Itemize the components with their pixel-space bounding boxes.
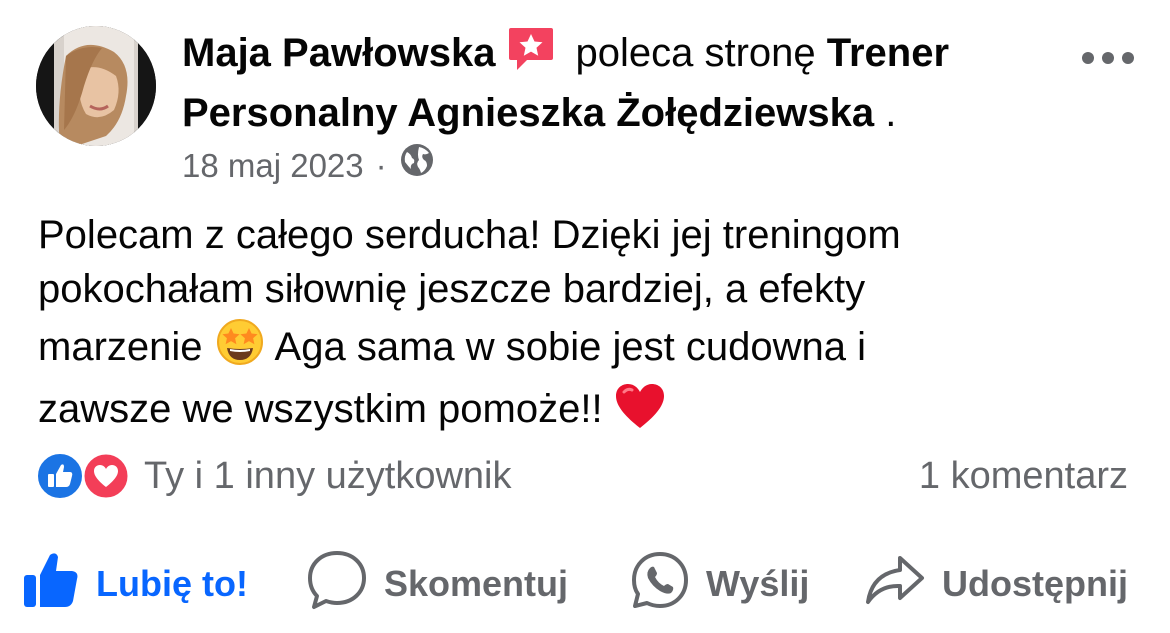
love-reaction-icon <box>82 452 130 500</box>
more-options-icon[interactable] <box>1080 50 1136 66</box>
action-text: poleca stronę <box>575 31 816 75</box>
post-text-fragment: zawsze we wszystkim pomoże!! <box>38 387 603 431</box>
comments-count[interactable]: 1 komentarz <box>919 452 1128 500</box>
like-reaction-icon <box>36 452 84 500</box>
post-text-line: marzenie Aga sama w sobie jest cudowna i <box>38 316 1138 382</box>
recommend-badge-icon <box>507 26 555 86</box>
author-name[interactable]: Maja Pawłowska <box>182 31 495 75</box>
post-text-fragment: Aga sama w sobie jest cudowna i <box>274 325 866 369</box>
reactions-summary-text[interactable]: Ty i 1 inny użytkownik <box>144 452 511 500</box>
post-date[interactable]: 18 maj 2023 <box>182 144 364 188</box>
like-button-label: Lubię to! <box>96 563 248 604</box>
send-button[interactable]: Wyślij <box>630 544 809 624</box>
reaction-icons <box>36 452 132 500</box>
whatsapp-icon <box>630 550 690 619</box>
share-arrow-icon <box>864 552 926 617</box>
post-header: Maja Pawłowska poleca stronę Trener Perso… <box>182 26 1062 140</box>
comment-button-label: Skomentuj <box>384 563 569 604</box>
globe-icon <box>399 142 435 189</box>
post-text: Polecam z całego serducha! Dzięki jej tr… <box>38 208 1138 444</box>
star-struck-emoji-icon <box>214 316 266 382</box>
action-bar: Lubię to! Skomentuj Wyślij Udostępnij <box>0 544 1170 624</box>
post-text-line: zawsze we wszystkim pomoże!! <box>38 382 1138 444</box>
comment-button[interactable]: Skomentuj <box>306 544 568 624</box>
thumbs-up-icon <box>22 551 80 618</box>
meta-separator: · <box>375 146 387 184</box>
post-text-fragment: marzenie <box>38 325 203 369</box>
share-button[interactable]: Udostępnij <box>864 544 1128 624</box>
red-heart-emoji-icon <box>614 382 666 444</box>
post-card: Maja Pawłowska poleca stronę Trener Perso… <box>0 0 1170 633</box>
post-text-line: Polecam z całego serducha! Dzięki jej tr… <box>38 213 901 257</box>
post-meta: 18 maj 2023 · <box>182 142 435 189</box>
post-text-line: pokochałam siłownię jeszcze bardziej, a … <box>38 267 866 311</box>
share-button-label: Udostępnij <box>942 563 1128 604</box>
like-button[interactable]: Lubię to! <box>22 544 248 624</box>
page-name-suffix: . <box>885 91 897 135</box>
reactions-summary[interactable]: Ty i 1 inny użytkownik <box>36 452 511 500</box>
send-button-label: Wyślij <box>706 563 810 604</box>
author-avatar[interactable] <box>36 26 156 146</box>
comment-bubble-icon <box>306 549 368 620</box>
